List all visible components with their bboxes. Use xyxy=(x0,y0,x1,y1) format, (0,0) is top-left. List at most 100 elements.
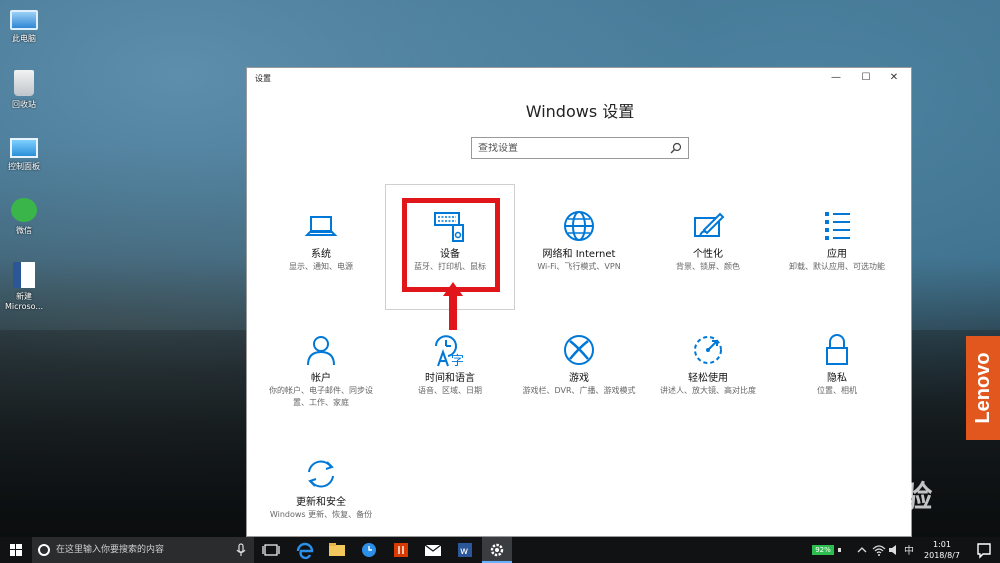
file-explorer-icon xyxy=(329,543,345,556)
tile-system[interactable]: 系统 显示、通知、电源 xyxy=(257,208,385,273)
taskbar: 在这里输入你要搜索的内容 w 92% 中 1:01 2018/8/7 xyxy=(0,537,1000,563)
desktop-icon-label: 回收站 xyxy=(12,100,36,109)
sync-arrows-icon xyxy=(308,460,334,488)
tile-description: Windows 更新、恢复、备份 xyxy=(269,510,373,519)
xbox-icon xyxy=(564,335,594,365)
tile-accounts[interactable]: 帐户 你的帐户、电子邮件、同步设置、工作、家庭 xyxy=(257,332,385,409)
settings-gear-icon xyxy=(490,543,504,557)
desktop-icon-label: 微信 xyxy=(16,226,32,235)
taskbar-settings[interactable] xyxy=(482,537,512,563)
clock-date: 2018/8/7 xyxy=(924,551,960,560)
taskbar-task-view[interactable] xyxy=(256,537,286,563)
tile-personalization[interactable]: 个性化 背景、锁屏、颜色 xyxy=(644,208,772,273)
apps-list-icon xyxy=(825,212,850,240)
desktop-icon-label: 控制面板 xyxy=(8,162,40,171)
office-app-icon xyxy=(394,543,408,557)
search-box[interactable] xyxy=(471,137,689,159)
window-titlebar[interactable]: 设置 — ☐ ✕ xyxy=(247,68,911,88)
tile-update-security[interactable]: 更新和安全 Windows 更新、恢复、备份 xyxy=(257,456,385,521)
search-icon[interactable] xyxy=(670,142,682,154)
microphone-icon[interactable] xyxy=(236,543,246,557)
taskbar-clock-app[interactable] xyxy=(354,537,384,563)
globe-icon xyxy=(564,211,594,241)
tile-description: 显示、通知、电源 xyxy=(289,262,353,271)
windows-logo-icon xyxy=(10,544,22,556)
lenovo-logo-tab: Lenovo xyxy=(966,336,1000,440)
task-view-icon xyxy=(262,544,280,556)
minimize-button[interactable]: — xyxy=(821,70,851,86)
clock-time: 1:01 xyxy=(933,540,951,549)
lock-icon xyxy=(826,334,848,365)
clock-app-icon xyxy=(362,543,376,557)
tile-time-language[interactable]: 字 时间和语言 语音、区域、日期 xyxy=(386,332,514,397)
start-button[interactable] xyxy=(0,537,32,563)
control-panel-icon xyxy=(10,138,38,158)
desktop-icon-wechat[interactable]: 微信 xyxy=(0,198,48,236)
close-button[interactable]: ✕ xyxy=(879,70,909,86)
desktop-icon-this-pc[interactable]: 此电脑 xyxy=(0,6,48,44)
settings-window: 设置 — ☐ ✕ Windows 设置 系统 显示、通知、电源 设备 蓝牙、打印… xyxy=(246,67,912,537)
tile-privacy[interactable]: 隐私 位置、相机 xyxy=(773,332,901,397)
taskbar-search-placeholder: 在这里输入你要搜索的内容 xyxy=(56,545,165,555)
tile-description: 讲述人、放大镜、高对比度 xyxy=(660,386,756,395)
tile-apps[interactable]: 应用 卸载、默认应用、可选功能 xyxy=(773,208,901,273)
search-input[interactable] xyxy=(478,142,670,154)
tile-title: 时间和语言 xyxy=(425,373,475,384)
tile-title: 应用 xyxy=(827,249,847,260)
desktop-icon-recycle-bin[interactable]: 回收站 xyxy=(0,70,48,110)
wifi-icon[interactable] xyxy=(872,543,886,557)
system-clock[interactable]: 1:01 2018/8/7 xyxy=(918,539,966,561)
mail-icon xyxy=(424,544,442,556)
lenovo-logo-text: Lenovo xyxy=(972,352,994,424)
svg-text:中: 中 xyxy=(904,544,914,557)
word-doc-icon xyxy=(13,262,35,288)
desktop-icon-word-doc[interactable]: 新建 Microso... xyxy=(0,262,48,312)
notification-icon xyxy=(977,543,991,559)
person-icon xyxy=(307,336,335,366)
taskbar-word[interactable]: w xyxy=(450,537,480,563)
paint-brush-icon xyxy=(694,212,725,237)
taskbar-mail[interactable] xyxy=(418,537,448,563)
page-title: Windows 设置 xyxy=(525,102,635,121)
desktop-icon-label: 新建 xyxy=(16,292,32,301)
tile-network[interactable]: 网络和 Internet Wi-Fi、飞行模式、VPN xyxy=(515,208,643,273)
desktop-icon-label-2: Microso... xyxy=(4,302,44,311)
watermark-url: jingyan.baidu.com xyxy=(770,518,907,533)
tile-title: 帐户 xyxy=(311,373,331,384)
tile-title: 轻松使用 xyxy=(688,373,728,384)
ease-of-access-icon xyxy=(694,336,722,364)
red-highlight-box xyxy=(402,198,500,292)
tile-title: 游戏 xyxy=(569,373,589,384)
laptop-icon xyxy=(304,216,338,236)
svg-text:w: w xyxy=(460,546,468,557)
desktop-icon-label: 此电脑 xyxy=(12,34,36,43)
tile-description: 语音、区域、日期 xyxy=(418,386,482,395)
taskbar-edge[interactable] xyxy=(290,537,320,563)
maximize-button[interactable]: ☐ xyxy=(851,70,881,86)
ime-indicator-icon[interactable]: 中 xyxy=(904,543,916,557)
tile-title: 网络和 Internet xyxy=(542,249,616,260)
tile-gaming[interactable]: 游戏 游戏栏、DVR、广播、游戏模式 xyxy=(515,332,643,397)
desktop-icon-control-panel[interactable]: 控制面板 xyxy=(0,134,48,172)
tile-title: 隐私 xyxy=(827,373,847,384)
tile-description: 背景、锁屏、颜色 xyxy=(676,262,740,271)
tile-description: 卸载、默认应用、可选功能 xyxy=(789,262,885,271)
tray-chevron-up-icon[interactable] xyxy=(856,544,868,556)
window-title: 设置 xyxy=(255,74,271,83)
svg-text:字: 字 xyxy=(451,354,464,368)
red-arrow-up-icon xyxy=(443,282,463,330)
tile-title: 更新和安全 xyxy=(296,497,346,508)
time-language-icon: 字 xyxy=(435,335,464,368)
taskbar-office-app[interactable] xyxy=(386,537,416,563)
tile-title: 系统 xyxy=(311,249,331,260)
battery-indicator[interactable]: 92% xyxy=(812,545,834,555)
taskbar-file-explorer[interactable] xyxy=(322,537,352,563)
action-center-button[interactable] xyxy=(968,537,1000,563)
tile-description: 你的帐户、电子邮件、同步设置、工作、家庭 xyxy=(269,386,373,407)
watermark-title: Baidu经验 xyxy=(770,480,934,515)
tile-description: 位置、相机 xyxy=(817,386,857,395)
tile-ease-of-access[interactable]: 轻松使用 讲述人、放大镜、高对比度 xyxy=(644,332,772,397)
tile-title: 个性化 xyxy=(693,249,723,260)
taskbar-search-box[interactable]: 在这里输入你要搜索的内容 xyxy=(32,537,254,563)
volume-icon[interactable] xyxy=(888,543,900,557)
